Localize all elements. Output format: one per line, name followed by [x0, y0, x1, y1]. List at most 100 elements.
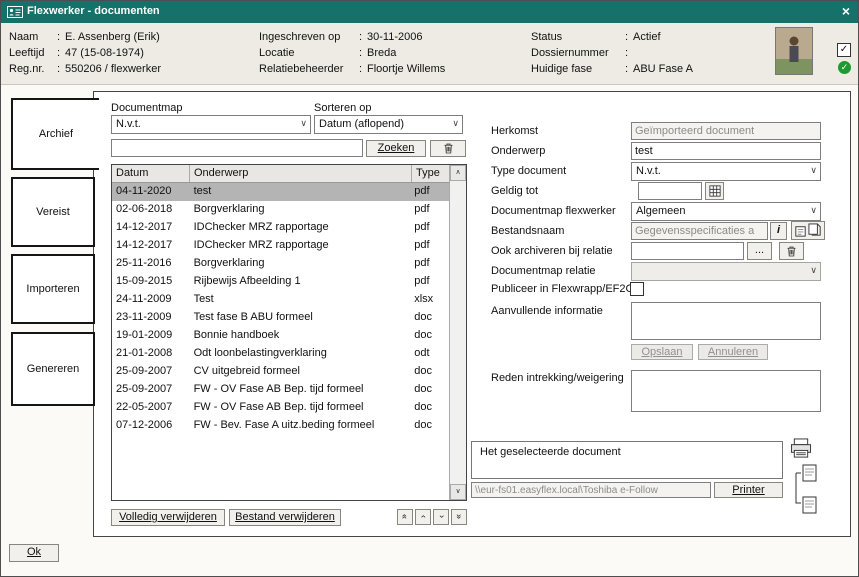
table-cell[interactable]: FW - Bev. Fase A uitz.beding formeel — [190, 417, 411, 435]
table-cell[interactable]: 14-12-2017 — [112, 219, 190, 237]
tab-vereist[interactable]: Vereist — [11, 177, 95, 247]
scroll-down-icon[interactable]: ∨ — [450, 484, 466, 500]
close-icon[interactable]: × — [842, 3, 850, 19]
tab-importeren[interactable]: Importeren — [11, 254, 95, 324]
table-cell[interactable]: pdf — [410, 237, 449, 255]
ook-archiveren-field[interactable] — [631, 242, 744, 260]
annuleren-button[interactable]: Annuleren — [698, 344, 768, 360]
table-cell[interactable]: odt — [410, 345, 449, 363]
table-row[interactable]: 22-05-2007FW - OV Fase AB Bep. tijd form… — [112, 399, 449, 417]
clear-search-button[interactable] — [430, 140, 466, 157]
column-header-type[interactable]: Type — [412, 165, 451, 182]
table-row[interactable]: 23-11-2009Test fase B ABU formeeldoc — [112, 309, 449, 327]
table-cell[interactable]: 04-11-2020 — [112, 183, 190, 201]
publiceer-checkbox[interactable] — [630, 282, 644, 296]
table-row[interactable]: 25-09-2007CV uitgebreid formeeldoc — [112, 363, 449, 381]
volledig-verwijderen-button[interactable]: Volledig verwijderen — [111, 509, 225, 526]
table-row[interactable]: 15-09-2015Rijbewijs Afbeelding 1pdf — [112, 273, 449, 291]
table-cell[interactable]: doc — [410, 309, 449, 327]
tab-genereren[interactable]: Genereren — [11, 332, 95, 406]
tab-archief[interactable]: Archief — [11, 98, 99, 170]
zoeken-button[interactable]: Zoeken — [366, 140, 426, 157]
geldig-tot-field[interactable] — [638, 182, 702, 200]
info-button[interactable]: i — [770, 222, 787, 240]
table-row[interactable]: 14-12-2017IDChecker MRZ rapportagepdf — [112, 237, 449, 255]
table-cell[interactable]: IDChecker MRZ rapportage — [190, 219, 411, 237]
table-cell[interactable]: pdf — [410, 273, 449, 291]
table-cell[interactable]: pdf — [410, 219, 449, 237]
table-cell[interactable]: 25-11-2016 — [112, 255, 190, 273]
table-row[interactable]: 25-11-2016Borgverklaringpdf — [112, 255, 449, 273]
table-cell[interactable]: 25-09-2007 — [112, 381, 190, 399]
table-cell[interactable]: pdf — [410, 255, 449, 273]
ok-button[interactable]: Ok — [9, 544, 59, 562]
table-row[interactable]: 02-06-2018Borgverklaringpdf — [112, 201, 449, 219]
table-cell[interactable]: xlsx — [410, 291, 449, 309]
type-document-select[interactable]: N.v.t.∨ — [631, 162, 821, 181]
scroll-down-button[interactable]: ‹ — [433, 509, 449, 525]
table-cell[interactable]: Bonnie handboek — [190, 327, 411, 345]
table-cell[interactable]: doc — [410, 327, 449, 345]
table-row[interactable]: 24-11-2009Testxlsx — [112, 291, 449, 309]
table-cell[interactable]: pdf — [410, 201, 449, 219]
table-cell[interactable]: 19-01-2009 — [112, 327, 190, 345]
table-cell[interactable]: IDChecker MRZ rapportage — [190, 237, 411, 255]
scroll-to-bottom-button[interactable]: « — [451, 509, 467, 525]
field-colon: : — [359, 31, 367, 43]
table-row[interactable]: 14-12-2017IDChecker MRZ rapportagepdf — [112, 219, 449, 237]
print-button[interactable] — [789, 438, 813, 462]
table-cell[interactable]: Borgverklaring — [190, 255, 411, 273]
column-header-datum[interactable]: Datum — [112, 165, 190, 182]
photo-checkbox[interactable]: ✓ — [837, 43, 851, 57]
table-cell[interactable]: Rijbewijs Afbeelding 1 — [190, 273, 411, 291]
table-cell[interactable]: 14-12-2017 — [112, 237, 190, 255]
table-row[interactable]: 04-11-2020testpdf — [112, 183, 449, 201]
clear-relatie-button[interactable] — [779, 242, 804, 260]
browse-relatie-button[interactable]: ... — [747, 242, 772, 260]
table-row[interactable]: 21-01-2008Odt loonbelastingverklaringodt — [112, 345, 449, 363]
table-cell[interactable]: 23-11-2009 — [112, 309, 190, 327]
scroll-up-button[interactable]: ‹ — [415, 509, 431, 525]
table-cell[interactable]: Test fase B ABU formeel — [190, 309, 411, 327]
table-cell[interactable]: doc — [410, 399, 449, 417]
scroll-up-icon[interactable]: ∧ — [450, 165, 466, 181]
document-tree-icon[interactable] — [790, 463, 820, 520]
table-cell[interactable]: doc — [410, 363, 449, 381]
documentmap-flexwerker-select[interactable]: Algemeen∨ — [631, 202, 821, 221]
column-header-onderwerp[interactable]: Onderwerp — [190, 165, 412, 182]
table-cell[interactable]: 22-05-2007 — [112, 399, 190, 417]
table-cell[interactable]: Odt loonbelastingverklaring — [190, 345, 411, 363]
copy-document-button[interactable] — [791, 221, 825, 240]
table-cell[interactable]: doc — [410, 381, 449, 399]
table-cell[interactable]: FW - OV Fase AB Bep. tijd formeel — [190, 381, 411, 399]
table-cell[interactable]: 07-12-2006 — [112, 417, 190, 435]
table-cell[interactable]: 25-09-2007 — [112, 363, 190, 381]
calendar-button[interactable] — [705, 182, 724, 200]
field-label: Locatie — [259, 47, 359, 59]
opslaan-button[interactable]: Opslaan — [631, 344, 693, 360]
table-cell[interactable]: CV uitgebreid formeel — [190, 363, 411, 381]
onderwerp-field[interactable] — [631, 142, 821, 160]
sorteren-select[interactable]: Datum (aflopend)∨ — [314, 115, 463, 134]
table-row[interactable]: 25-09-2007FW - OV Fase AB Bep. tijd form… — [112, 381, 449, 399]
table-cell[interactable]: doc — [410, 417, 449, 435]
table-cell[interactable]: Borgverklaring — [190, 201, 411, 219]
table-cell[interactable]: 02-06-2018 — [112, 201, 190, 219]
table-cell[interactable]: pdf — [410, 183, 449, 201]
table-cell[interactable]: test — [190, 183, 411, 201]
bestand-verwijderen-button[interactable]: Bestand verwijderen — [229, 509, 341, 526]
table-cell[interactable]: 24-11-2009 — [112, 291, 190, 309]
scroll-to-top-button[interactable]: « — [397, 509, 413, 525]
printer-button[interactable]: Printer — [714, 482, 783, 498]
documentmap-select[interactable]: N.v.t.∨ — [111, 115, 311, 134]
table-cell[interactable]: 15-09-2015 — [112, 273, 190, 291]
table-cell[interactable]: FW - OV Fase AB Bep. tijd formeel — [190, 399, 411, 417]
search-input[interactable] — [111, 139, 363, 157]
table-scrollbar[interactable]: ∧ ∨ — [449, 165, 466, 500]
table-row[interactable]: 07-12-2006FW - Bev. Fase A uitz.beding f… — [112, 417, 449, 435]
table-row[interactable]: 19-01-2009Bonnie handboekdoc — [112, 327, 449, 345]
aanvullende-informatie-field[interactable] — [631, 302, 821, 340]
reden-intrekking-field[interactable] — [631, 370, 821, 412]
table-cell[interactable]: Test — [190, 291, 411, 309]
table-cell[interactable]: 21-01-2008 — [112, 345, 190, 363]
